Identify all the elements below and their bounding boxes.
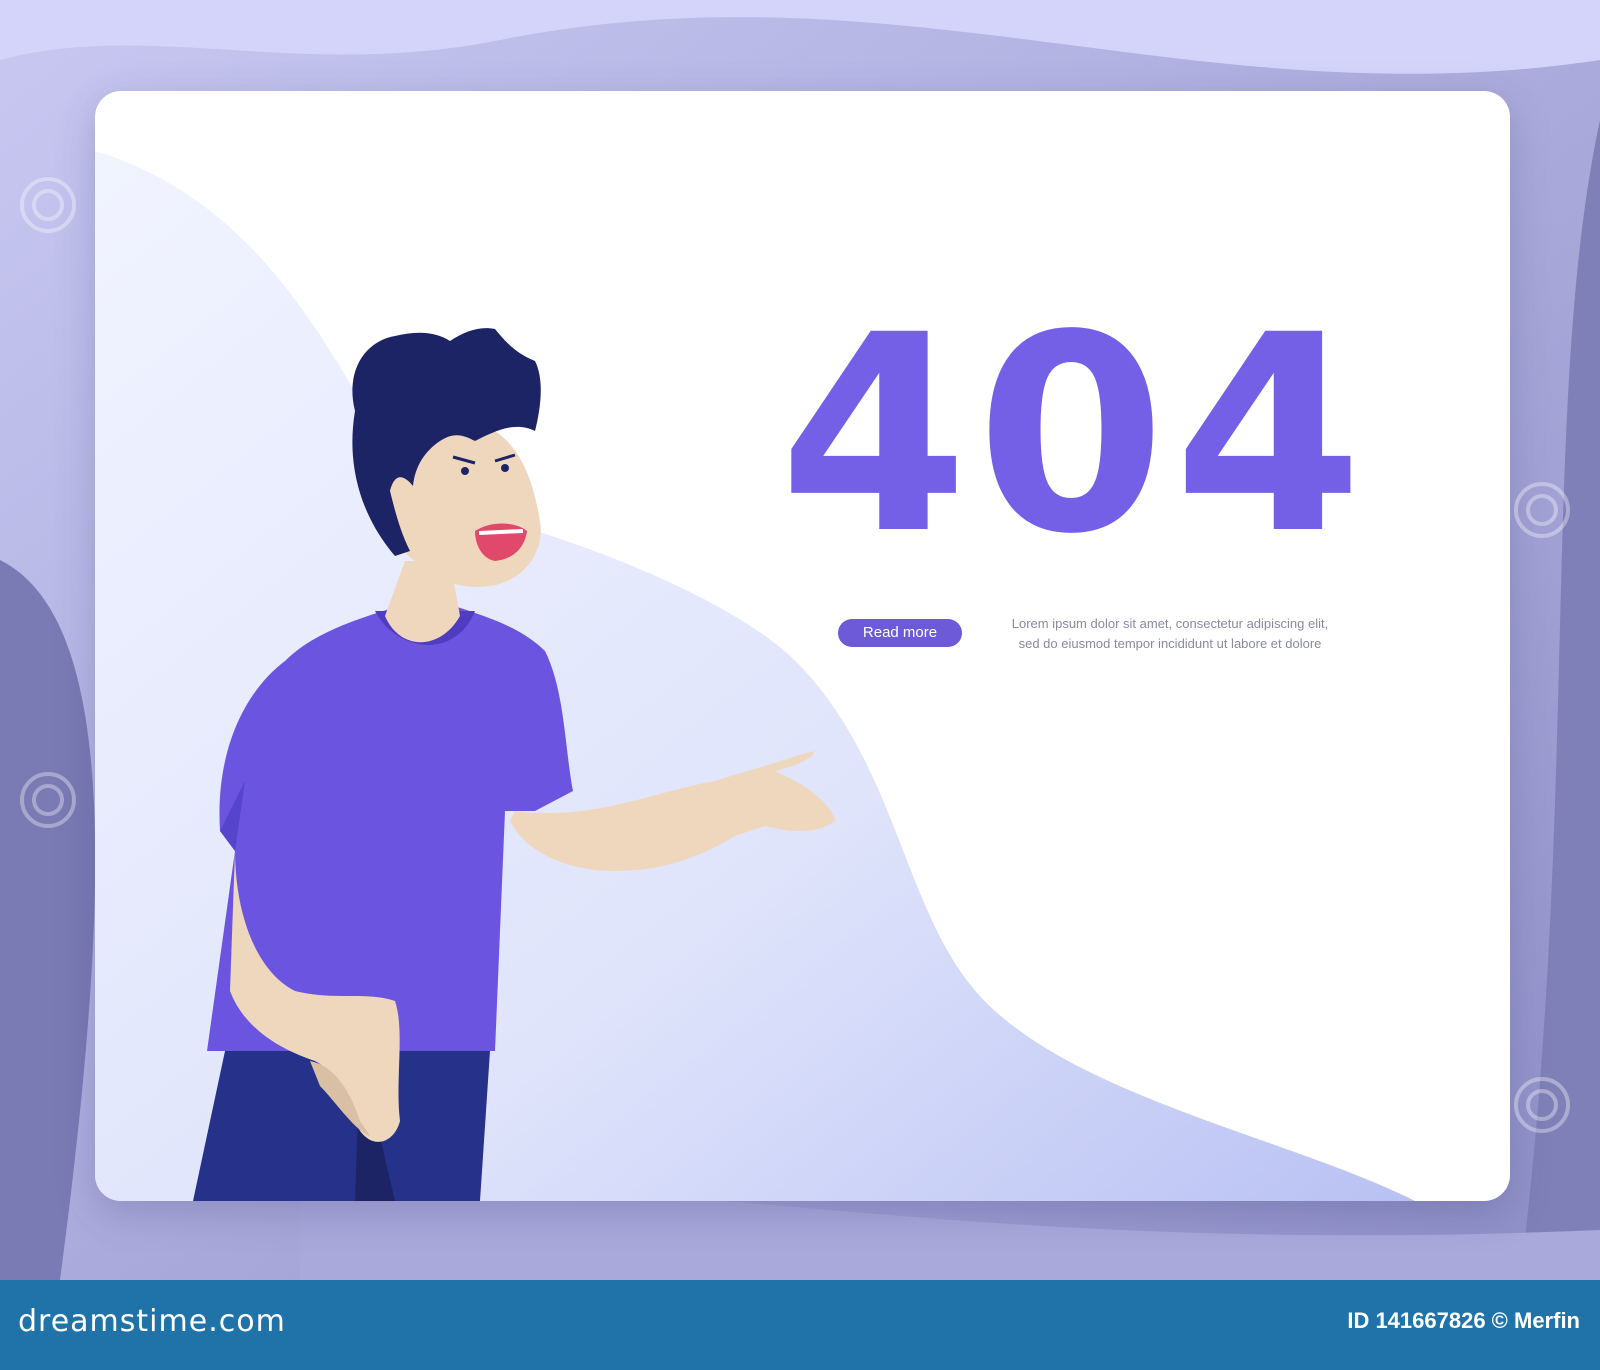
watermark-spiral-icon <box>20 772 76 828</box>
footer-bar: dreamstime.com ID 141667826 © Merfin <box>0 1280 1600 1370</box>
watermark-spiral-icon <box>20 177 76 233</box>
error-description: Lorem ipsum dolor sit amet, consectetur … <box>975 614 1365 654</box>
watermark-spiral-icon <box>1514 482 1570 538</box>
brand-logo: dreamstime.com <box>18 1304 286 1339</box>
error-card: 404 Read more Lorem ipsum dolor sit amet… <box>95 91 1510 1201</box>
description-line: sed do eiusmod tempor incididunt ut labo… <box>1018 636 1322 651</box>
watermark-spiral-icon <box>1514 1077 1570 1133</box>
error-code: 404 <box>779 278 1371 594</box>
description-line: Lorem ipsum dolor sit amet, consectetur … <box>1011 616 1329 631</box>
read-more-button[interactable]: Read more <box>838 619 962 647</box>
image-id: ID 141667826 © Merfin <box>1347 1308 1580 1333</box>
